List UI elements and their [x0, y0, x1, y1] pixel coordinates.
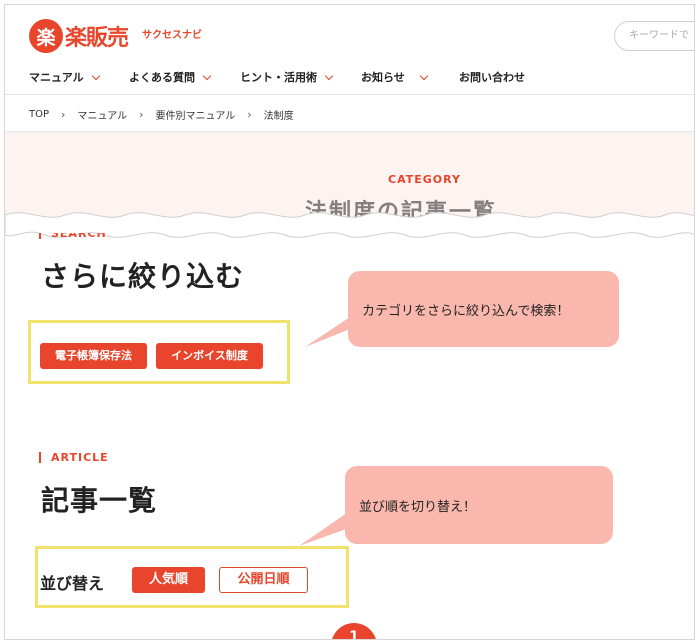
nav-item-tips[interactable]: ヒント・活用術	[240, 69, 361, 85]
eyebrow-text: ARTICLE	[51, 451, 109, 464]
chevron-down-icon	[202, 71, 212, 80]
nav-item-faq[interactable]: よくある質問	[129, 69, 240, 85]
nav-item-news[interactable]: お知らせ	[361, 69, 459, 85]
nav-item-label: お知らせ	[361, 71, 405, 84]
breadcrumb: TOP › マニュアル › 要件別マニュアル › 法制度	[29, 107, 294, 122]
breadcrumb-link-manual[interactable]: マニュアル	[77, 107, 127, 122]
search-title: さらに絞り込む	[41, 260, 245, 293]
breadcrumb-separator: ›	[139, 108, 144, 121]
search-input[interactable]: キーワードで	[614, 21, 694, 51]
torn-edge-divider	[5, 212, 694, 238]
logo-subtitle: サクセスナビ	[142, 29, 203, 41]
page-frame: 楽 楽販売 サクセスナビ キーワードで マニュアル よくある質問 ヒント・活用術…	[4, 4, 695, 640]
breadcrumb-separator: ›	[247, 108, 252, 121]
pagination-current-page[interactable]: 1	[331, 623, 377, 639]
breadcrumb-separator: ›	[61, 108, 66, 121]
callout-filter-tip: カテゴリをさらに絞り込んで検索！	[348, 271, 619, 347]
nav-item-contact[interactable]: お問い合わせ	[459, 69, 525, 85]
article-title: 記事一覧	[41, 484, 158, 517]
nav-item-manual[interactable]: マニュアル	[29, 69, 129, 85]
sort-button-date[interactable]: 公開日順	[219, 567, 308, 593]
nav-item-label: ヒント・活用術	[240, 71, 317, 84]
nav-item-label: お問い合わせ	[459, 71, 525, 84]
sort-label: 並び替え	[40, 574, 105, 593]
global-nav: マニュアル よくある質問 ヒント・活用術 お知らせ お問い合わせ	[29, 69, 525, 85]
breadcrumb-link-top[interactable]: TOP	[29, 109, 49, 120]
eyebrow-bar	[39, 452, 41, 463]
chevron-down-icon	[324, 71, 334, 80]
logo-mark-icon: 楽	[29, 19, 63, 53]
tag-button-invoice[interactable]: インボイス制度	[156, 343, 263, 369]
site-logo[interactable]: 楽 楽販売 サクセスナビ	[29, 19, 202, 53]
callout-sort-tip: 並び順を切り替え！	[345, 466, 613, 544]
tag-button-e-book-law[interactable]: 電子帳簿保存法	[40, 343, 147, 369]
nav-item-label: マニュアル	[29, 71, 84, 84]
divider	[5, 94, 694, 95]
breadcrumb-link-requirements[interactable]: 要件別マニュアル	[156, 107, 236, 122]
category-label: CATEGORY	[388, 173, 461, 186]
logo-text: 楽販売	[65, 26, 129, 51]
article-eyebrow: ARTICLE	[39, 451, 109, 464]
sort-button-popular[interactable]: 人気順	[132, 567, 205, 593]
chevron-down-icon	[419, 71, 429, 80]
chevron-down-icon	[91, 71, 100, 80]
breadcrumb-current: 法制度	[263, 111, 294, 122]
nav-item-label: よくある質問	[129, 71, 195, 84]
